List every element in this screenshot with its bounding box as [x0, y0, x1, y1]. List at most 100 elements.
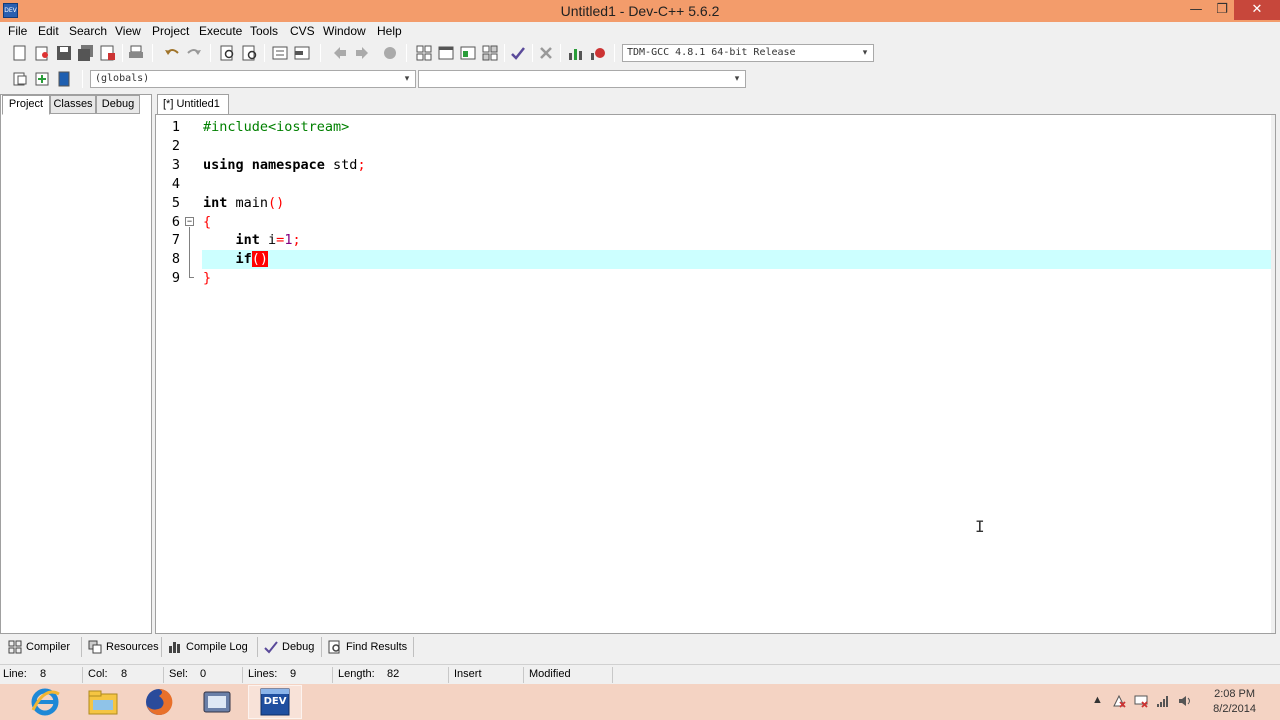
mouse-ibeam-cursor: I [975, 517, 985, 536]
menu-view[interactable]: View [115, 24, 141, 38]
tab-find-results[interactable]: Find Results [324, 637, 414, 657]
bookmark-icon[interactable] [380, 43, 400, 63]
class-toolbar: (globals) ▾ ▾ [0, 66, 750, 92]
minimize-button[interactable]: — [1182, 0, 1210, 20]
maximize-button[interactable]: ❐ [1208, 0, 1236, 20]
line-number: 2 [171, 138, 180, 154]
menu-search[interactable]: Search [69, 24, 107, 38]
fold-toggle-icon[interactable]: − [185, 217, 194, 226]
save-icon[interactable] [54, 43, 74, 63]
replace-icon[interactable] [240, 43, 260, 63]
scope-select[interactable]: (globals) ▾ [90, 70, 416, 88]
dev-cpp-taskbar-icon[interactable]: DEV [248, 685, 302, 719]
check-icon [264, 640, 278, 654]
undo-icon[interactable] [162, 43, 182, 63]
menu-file[interactable]: File [8, 24, 27, 38]
resources-icon [88, 640, 102, 654]
code-line-8: if() [235, 251, 269, 267]
firefox-icon[interactable] [132, 685, 186, 719]
status-lines-label: Lines: [248, 668, 278, 680]
tab-debug[interactable]: Debug [96, 95, 140, 114]
action-center-icon[interactable] [1112, 694, 1126, 711]
menu-project[interactable]: Project [152, 24, 189, 38]
dev-taskbar-label: DEV [263, 696, 287, 707]
profile-icon[interactable] [566, 43, 586, 63]
insert-icon[interactable] [458, 43, 478, 63]
open-project-icon[interactable] [32, 43, 52, 63]
volume-icon[interactable] [1178, 694, 1192, 711]
find-icon[interactable] [218, 43, 238, 63]
clock-date: 8/2/2014 [1213, 703, 1256, 715]
line-number: 4 [171, 176, 180, 192]
tab-compiler-label: Compiler [26, 641, 71, 653]
insert-item-icon[interactable] [10, 69, 30, 89]
line-number: 6 [171, 214, 180, 230]
tab-resources[interactable]: Resources [84, 637, 162, 657]
check-syntax-icon[interactable] [508, 43, 528, 63]
close-file-icon[interactable] [98, 43, 118, 63]
scope-select-value: (globals) [95, 73, 150, 84]
tab-project[interactable]: Project [2, 95, 50, 115]
add-to-project-icon[interactable] [32, 69, 52, 89]
back-arrow-icon[interactable] [330, 43, 350, 63]
window-icon[interactable] [436, 43, 456, 63]
tab-compile-log[interactable]: Compile Log [164, 637, 258, 657]
network-icon[interactable] [1156, 694, 1170, 711]
tab-classes[interactable]: Classes [50, 95, 96, 114]
menu-window[interactable]: Window [323, 24, 366, 38]
menu-help[interactable]: Help [377, 24, 402, 38]
editor-scrollbar[interactable] [1271, 115, 1275, 633]
debug-icon[interactable] [588, 43, 608, 63]
title-bar: DEV Untitled1 - Dev-C++ 5.6.2 — ❐ ✕ [0, 0, 1280, 22]
code-line-6: { [203, 214, 212, 230]
line-number: 1 [171, 119, 180, 135]
find-results-icon [328, 640, 342, 654]
remove-from-project-icon[interactable] [54, 69, 74, 89]
code-line-3: using namespace std; [203, 157, 366, 173]
compiler-select[interactable]: TDM-GCC 4.8.1 64-bit Release ▾ [622, 44, 874, 62]
status-lines-value: 9 [290, 668, 297, 680]
window-title: Untitled1 - Dev-C++ 5.6.2 [560, 3, 720, 19]
menu-cvs[interactable]: CVS [290, 24, 315, 38]
forward-arrow-icon[interactable] [352, 43, 372, 63]
chevron-down-icon: ▾ [734, 74, 740, 84]
tab-resources-label: Resources [106, 641, 159, 653]
bottom-panel-tabs: Compiler Resources Compile Log Debug Fin… [0, 636, 1280, 658]
unindent-icon[interactable] [292, 43, 312, 63]
class-browser-icon[interactable] [480, 43, 500, 63]
line-number: 5 [171, 195, 180, 211]
print-icon[interactable] [126, 43, 146, 63]
new-project-icon[interactable] [414, 43, 434, 63]
clock-time: 2:08 PM [1214, 688, 1256, 700]
tab-compiler[interactable]: Compiler [4, 637, 82, 657]
tab-compile-log-label: Compile Log [186, 641, 248, 653]
status-bar: Line: 8 Col: 8 Sel: 0 Lines: 9 Length: 8… [0, 664, 1280, 684]
status-length-label: Length: [338, 668, 375, 680]
save-all-icon[interactable] [76, 43, 96, 63]
menu-edit[interactable]: Edit [38, 24, 59, 38]
menu-execute[interactable]: Execute [199, 24, 242, 38]
editor-tab-untitled1[interactable]: [*] Untitled1 [157, 94, 229, 114]
code-editor[interactable]: 1 2 3 4 5 6 7 8 9 − #include<iostream> u… [155, 114, 1276, 634]
tray-expand-icon[interactable]: ▲ [1092, 694, 1103, 706]
tab-debug-output[interactable]: Debug [260, 637, 322, 657]
file-explorer-icon[interactable] [76, 685, 130, 719]
new-file-icon[interactable] [10, 43, 30, 63]
project-panel [0, 94, 152, 634]
indent-icon[interactable] [270, 43, 290, 63]
windows-taskbar: DEV ▲ 2:08 PM 8/2/2014 [0, 684, 1280, 720]
system-clock[interactable]: 2:08 PM 8/2/2014 [1213, 687, 1256, 717]
symbol-select[interactable]: ▾ [418, 70, 746, 88]
line-number-gutter [156, 115, 200, 633]
video-app-icon[interactable] [190, 685, 244, 719]
internet-explorer-icon[interactable] [18, 685, 72, 719]
status-line-label: Line: [3, 668, 27, 680]
status-line-value: 8 [40, 668, 47, 680]
chevron-down-icon: ▾ [404, 74, 410, 84]
close-button[interactable]: ✕ [1234, 0, 1280, 20]
redo-icon[interactable] [184, 43, 204, 63]
line-number: 3 [171, 157, 180, 173]
stop-icon[interactable] [536, 43, 556, 63]
display-icon[interactable] [1134, 694, 1148, 711]
menu-tools[interactable]: Tools [250, 24, 278, 38]
